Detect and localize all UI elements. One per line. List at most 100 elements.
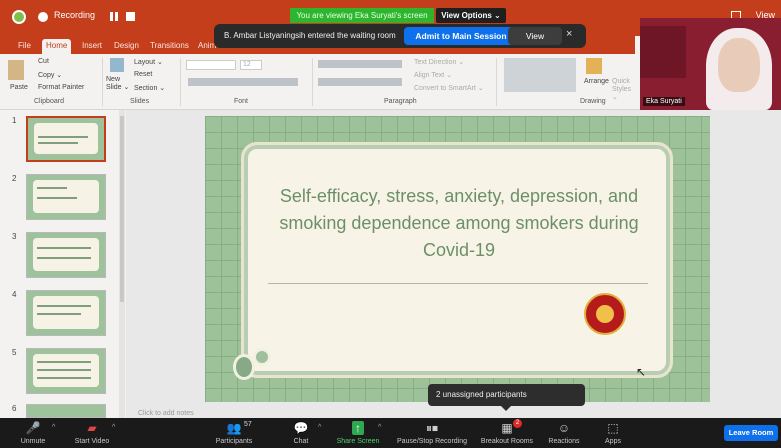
viewing-screen-banner: You are viewing Eka Suryati's screen [290, 8, 434, 23]
mouse-cursor-icon: ↖ [636, 365, 647, 379]
reactions-button[interactable]: ☺ Reactions [544, 418, 584, 448]
pause-stop-icon: ⏸⏹ [425, 421, 439, 435]
waiting-room-notification: B. Ambar Listyaningsih entered the waiti… [214, 24, 586, 48]
shapes-gallery[interactable] [504, 58, 576, 92]
recording-label: Recording [54, 10, 96, 20]
scrollbar-thumb[interactable] [120, 116, 124, 302]
zoom-share-icon [12, 10, 26, 24]
muted-microphone-icon: 🎤 [25, 421, 41, 435]
participants-button[interactable]: 👥 Participants [208, 418, 260, 448]
tab-transitions[interactable]: Transitions [146, 39, 193, 54]
share-screen-button[interactable]: ↑ Share Screen [332, 418, 384, 448]
leaf-decoration [233, 354, 255, 380]
font-name-field[interactable] [186, 60, 236, 70]
breakout-rooms-label: Breakout Rooms [480, 438, 534, 445]
audio-options-caret[interactable]: ^ [52, 424, 55, 431]
apps-label: Apps [605, 438, 621, 445]
video-options-caret[interactable]: ^ [112, 424, 115, 431]
start-video-button[interactable]: ▰ Start Video [64, 418, 120, 448]
format-painter-button[interactable]: Format Painter [38, 84, 84, 91]
slide-number: 2 [12, 174, 17, 183]
slide-thumbnail-6[interactable] [26, 404, 106, 418]
zoom-meeting-toolbar: 🎤 Unmute ^ ▰ Start Video ^ 👥 Participant… [0, 418, 781, 448]
tab-design[interactable]: Design [110, 39, 143, 54]
align-text-button[interactable]: Align Text ⌄ [414, 71, 452, 79]
slide-thumbnail-1[interactable] [26, 116, 106, 162]
reactions-label: Reactions [548, 438, 580, 445]
tab-home[interactable]: Home [42, 39, 72, 54]
paste-button[interactable]: Paste [10, 84, 28, 91]
slide-number: 4 [12, 290, 17, 299]
slide-number: 6 [12, 404, 17, 413]
font-group-label: Font [234, 98, 249, 105]
slide-thumbnail-4[interactable] [26, 290, 106, 336]
leave-room-button[interactable]: Leave Room [724, 425, 778, 441]
chat-options-caret[interactable]: ^ [318, 424, 321, 431]
chat-button[interactable]: 💬 Chat [284, 418, 318, 448]
font-format-buttons[interactable] [188, 78, 298, 86]
close-icon[interactable]: × [566, 28, 572, 40]
ribbon-divider [496, 58, 497, 106]
reset-button[interactable]: Reset [134, 71, 152, 78]
leaf-decoration [253, 348, 271, 366]
zoom-screen-share-window: Recording View You are viewing Eka Surya… [0, 0, 781, 448]
layout-button[interactable]: Layout ⌄ [134, 58, 163, 66]
notes-placeholder[interactable]: Click to add notes [138, 410, 194, 417]
ribbon-divider [102, 58, 103, 106]
view-options-button[interactable]: View Options ⌄ [436, 8, 506, 23]
new-slide-icon[interactable] [110, 58, 124, 72]
participants-icon: 👥 [226, 421, 242, 435]
apps-icon: ⬚ [607, 421, 619, 435]
paste-icon[interactable] [8, 60, 24, 80]
share-options-caret[interactable]: ^ [378, 424, 381, 431]
apps-button[interactable]: ⬚ Apps [596, 418, 630, 448]
record-icon [38, 12, 48, 22]
slide-thumbnail-2[interactable] [26, 174, 106, 220]
stop-recording-icon[interactable] [126, 12, 135, 21]
ribbon-divider [312, 58, 313, 106]
pause-stop-recording-button[interactable]: ⏸⏹ Pause/Stop Recording [392, 418, 472, 448]
arrange-icon[interactable] [586, 58, 602, 74]
slide-thumbnail-5[interactable] [26, 348, 106, 394]
participant-video-tile[interactable]: Eka Suryati [640, 18, 781, 110]
breakout-rooms-button[interactable]: ▦ Breakout Rooms [476, 418, 538, 448]
copy-button[interactable]: Copy ⌄ [38, 71, 62, 79]
share-screen-icon: ↑ [352, 421, 364, 435]
section-button[interactable]: Section ⌄ [134, 84, 165, 92]
unassigned-participants-tooltip: 2 unassigned participants [428, 384, 585, 406]
background-slide-image [640, 26, 686, 78]
tooltip-caret [500, 405, 512, 411]
arrange-button[interactable]: Arrange [584, 78, 609, 85]
participant-name-tag: Eka Suryati [643, 97, 685, 106]
slide-number: 3 [12, 232, 17, 241]
view-waiting-room-button[interactable]: View [508, 27, 562, 45]
share-screen-label: Share Screen [336, 438, 380, 445]
admit-to-main-session-button[interactable]: Admit to Main Session [404, 27, 518, 45]
unmute-label: Unmute [20, 438, 46, 445]
home-ribbon: Paste Cut Copy ⌄ Format Painter Clipboar… [0, 54, 640, 110]
cut-button[interactable]: Cut [38, 58, 49, 65]
alignment-buttons[interactable] [318, 78, 402, 86]
unmute-button[interactable]: 🎤 Unmute [10, 418, 56, 448]
participant-face [718, 38, 760, 92]
slide-thumbnail-3[interactable] [26, 232, 106, 278]
university-logo [584, 293, 626, 335]
quick-styles-button[interactable]: Quick Styles ⌄ [612, 78, 636, 102]
new-slide-button[interactable]: New Slide ⌄ [106, 76, 130, 92]
pause-recording-icon[interactable] [110, 12, 118, 21]
list-buttons[interactable] [318, 60, 402, 68]
convert-smartart-button[interactable]: Convert to SmartArt ⌄ [414, 84, 484, 92]
tab-insert[interactable]: Insert [78, 39, 106, 54]
thumbnail-scrollbar[interactable] [119, 110, 125, 418]
slide-title[interactable]: Self-efficacy, stress, anxiety, depressi… [254, 183, 664, 264]
slide-editing-canvas: Self-efficacy, stress, anxiety, depressi… [126, 110, 781, 418]
current-slide[interactable]: Self-efficacy, stress, anxiety, depressi… [205, 116, 710, 402]
chat-icon: 💬 [293, 421, 309, 435]
text-direction-button[interactable]: Text Direction ⌄ [414, 58, 464, 66]
tab-file[interactable]: File [14, 39, 35, 54]
slide-number: 1 [12, 116, 17, 125]
participants-label: Participants [215, 438, 253, 445]
font-size-value: 12 [243, 61, 251, 68]
paragraph-group-label: Paragraph [384, 98, 417, 105]
video-off-icon: ▰ [87, 421, 97, 435]
